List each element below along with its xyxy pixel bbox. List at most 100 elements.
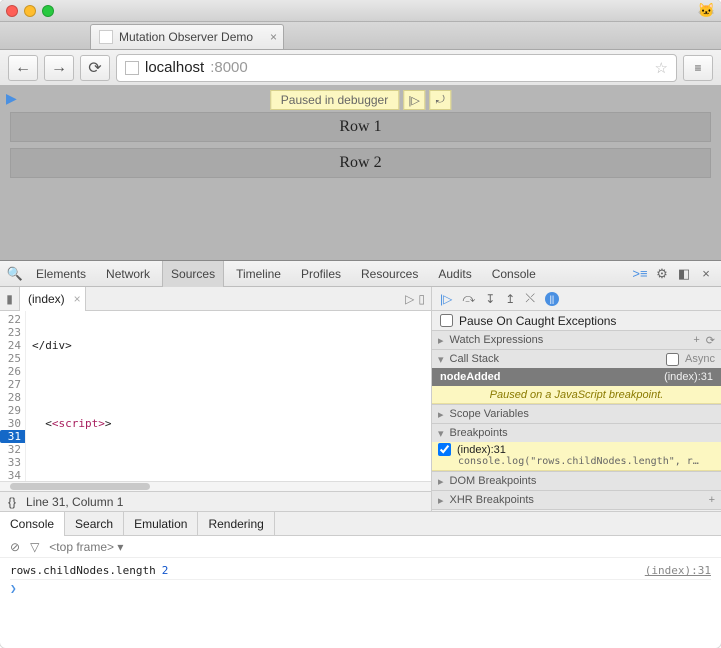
- browser-tabstrip: Mutation Observer Demo ×: [0, 22, 721, 50]
- settings-icon[interactable]: ⚙: [653, 266, 671, 282]
- dock-icon[interactable]: ◧: [675, 266, 693, 282]
- frame-name: nodeAdded: [440, 371, 501, 383]
- callstack-frame[interactable]: nodeAdded (index):31: [432, 368, 721, 386]
- file-tab-label: (index): [28, 292, 65, 306]
- tab-network[interactable]: Network: [98, 261, 158, 287]
- pause-on-caught-checkbox[interactable]: [440, 314, 453, 327]
- zoom-window-button[interactable]: [42, 5, 54, 17]
- drawer-tabs: Console Search Emulation Rendering: [0, 512, 721, 536]
- window-titlebar: 🐱: [0, 0, 721, 22]
- file-tab-close-icon[interactable]: ×: [74, 292, 81, 306]
- source-file-tabs: ▮ (index) × ▷ ▯: [0, 287, 431, 311]
- log-text: rows.childNodes.length: [10, 564, 156, 577]
- breakpoint-code: console.log("rows.childNodes.length", r…: [438, 456, 715, 467]
- tab-sources[interactable]: Sources: [162, 261, 224, 287]
- source-status-bar: {} Line 31, Column 1: [0, 491, 431, 511]
- pretty-print-icon[interactable]: {}: [8, 495, 16, 509]
- breakpoint-checkbox[interactable]: [438, 443, 451, 456]
- frame-selector[interactable]: <top frame> ▾: [49, 540, 123, 554]
- run-snippet-icon[interactable]: ▷: [405, 292, 414, 306]
- cursor-position: Line 31, Column 1: [26, 495, 123, 509]
- browser-menu-button[interactable]: ≡: [683, 55, 713, 81]
- xhr-bp-section-header[interactable]: XHR Breakpoints+: [432, 491, 721, 509]
- breakpoint-item[interactable]: (index):31 console.log("rows.childNodes.…: [432, 442, 721, 471]
- step-over-button[interactable]: ⤼: [462, 291, 475, 306]
- clear-console-icon[interactable]: ⊘: [10, 540, 20, 554]
- search-icon[interactable]: 🔍: [6, 266, 24, 282]
- reload-button[interactable]: ⟳: [80, 55, 110, 81]
- add-xhr-bp-icon[interactable]: +: [709, 494, 715, 506]
- address-bar[interactable]: localhost :8000 ☆: [116, 54, 677, 82]
- forward-button[interactable]: →: [44, 55, 74, 81]
- page-resume-icon[interactable]: ▶: [6, 90, 17, 107]
- back-button[interactable]: ←: [8, 55, 38, 81]
- async-checkbox[interactable]: [666, 353, 679, 366]
- close-devtools-icon[interactable]: ×: [697, 266, 715, 281]
- bookmark-star-icon[interactable]: ☆: [655, 59, 668, 77]
- console-body[interactable]: rows.childNodes.length 2 (index):31 ❯: [0, 558, 721, 599]
- page-row: Row 1: [10, 112, 711, 142]
- browser-toolbar: ← → ⟳ localhost :8000 ☆ ≡: [0, 50, 721, 86]
- step-out-button[interactable]: ↥: [505, 292, 515, 306]
- horizontal-scrollbar[interactable]: [0, 481, 431, 491]
- drawer-tab-console[interactable]: Console: [0, 512, 65, 536]
- console-log-row: rows.childNodes.length 2 (index):31: [10, 562, 711, 580]
- paused-reason: Paused on a JavaScript breakpoint.: [432, 386, 721, 404]
- dom-bp-section-header[interactable]: DOM Breakpoints: [432, 472, 721, 490]
- tab-favicon: [99, 30, 113, 44]
- pause-on-caught-label: Pause On Caught Exceptions: [459, 314, 616, 328]
- callstack-section-header[interactable]: Call Stack Async: [432, 350, 721, 368]
- navigator-toggle-icon[interactable]: ▮: [0, 287, 20, 311]
- overlay-resume-button[interactable]: |▷: [403, 90, 425, 110]
- drawer-tab-emulation[interactable]: Emulation: [124, 512, 198, 536]
- url-host: localhost: [145, 59, 204, 76]
- resume-button[interactable]: |▷: [440, 292, 452, 306]
- page-row: Row 2: [10, 148, 711, 178]
- devtools-tabbar: 🔍 Elements Network Sources Timeline Prof…: [0, 261, 721, 287]
- refresh-watch-icon[interactable]: ⟳: [706, 334, 715, 347]
- source-editor[interactable]: 22232425262728293031323334353637 </div> …: [0, 311, 431, 481]
- breakpoints-section-header[interactable]: Breakpoints: [432, 424, 721, 442]
- tab-audits[interactable]: Audits: [430, 261, 479, 287]
- breakpoint-label: (index):31: [457, 444, 506, 456]
- watch-section-header[interactable]: Watch Expressions +⟳: [432, 331, 721, 349]
- tab-elements[interactable]: Elements: [28, 261, 94, 287]
- filter-icon[interactable]: ▽: [30, 540, 39, 554]
- page-icon: [125, 61, 139, 75]
- scope-section-header[interactable]: Scope Variables: [432, 405, 721, 423]
- console-prompt[interactable]: ❯: [10, 580, 711, 595]
- tab-close-icon[interactable]: ×: [270, 30, 277, 44]
- close-window-button[interactable]: [6, 5, 18, 17]
- sidebar-toggle-icon[interactable]: ▯: [418, 292, 425, 306]
- toggle-drawer-icon[interactable]: >≡: [631, 266, 649, 281]
- tab-profiles[interactable]: Profiles: [293, 261, 349, 287]
- debugger-controls: |▷ ⤼ ↧ ↥ ⤬ ||: [432, 287, 721, 311]
- code-area[interactable]: </div> <<script>> var rows = document.qu…: [26, 311, 431, 481]
- cat-icon: 🐱: [698, 2, 715, 19]
- line-gutter[interactable]: 22232425262728293031323334353637: [0, 311, 26, 481]
- browser-tab[interactable]: Mutation Observer Demo ×: [90, 24, 284, 49]
- pause-on-caught-row[interactable]: Pause On Caught Exceptions: [432, 311, 721, 331]
- minimize-window-button[interactable]: [24, 5, 36, 17]
- debugger-sidebar: |▷ ⤼ ↧ ↥ ⤬ || Pause On Caught Exceptions…: [431, 287, 721, 511]
- tab-title: Mutation Observer Demo: [119, 30, 253, 44]
- deactivate-bp-button[interactable]: ⤬: [525, 291, 535, 306]
- paused-message: Paused in debugger: [270, 90, 399, 110]
- tab-resources[interactable]: Resources: [353, 261, 426, 287]
- frame-location: (index):31: [664, 371, 713, 383]
- add-watch-icon[interactable]: +: [693, 334, 699, 347]
- breakpoint-marker[interactable]: 31: [0, 430, 25, 443]
- drawer-tab-search[interactable]: Search: [65, 512, 124, 536]
- drawer-tab-rendering[interactable]: Rendering: [198, 512, 274, 536]
- page-viewport: ▶ Paused in debugger |▷ ⤾ Row 1 Row 2: [0, 86, 721, 261]
- overlay-step-button[interactable]: ⤾: [429, 90, 451, 110]
- tab-console[interactable]: Console: [484, 261, 544, 287]
- file-tab-index[interactable]: (index) ×: [20, 287, 86, 311]
- log-source-link[interactable]: (index):31: [645, 564, 711, 577]
- url-port: :8000: [210, 59, 248, 76]
- paused-overlay: Paused in debugger |▷ ⤾: [270, 90, 451, 110]
- pause-exceptions-button[interactable]: ||: [545, 292, 559, 306]
- tab-timeline[interactable]: Timeline: [228, 261, 289, 287]
- step-into-button[interactable]: ↧: [485, 292, 495, 306]
- sources-panel: ▮ (index) × ▷ ▯ 222324252627282930313233…: [0, 287, 431, 511]
